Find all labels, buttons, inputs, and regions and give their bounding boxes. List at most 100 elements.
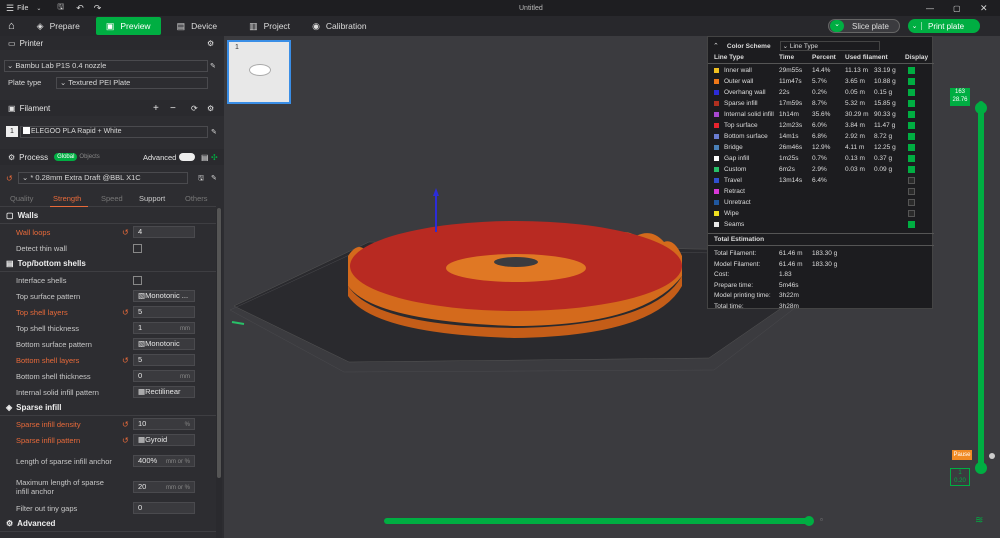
slice-dropdown-icon[interactable]: ⌄ [830, 20, 844, 32]
display-checkbox[interactable] [908, 100, 915, 107]
layer-slider-track[interactable] [978, 101, 984, 469]
top-shell-thickness-input[interactable]: 1 mm [133, 322, 195, 334]
move-slider-icon[interactable]: ▫ [820, 515, 823, 524]
display-checkbox[interactable] [908, 133, 915, 140]
pause-button[interactable]: Pause [952, 450, 972, 460]
tune-icon[interactable]: ✣ [211, 153, 218, 162]
sparse-density-input[interactable]: 10% [133, 418, 195, 430]
save-icon[interactable]: 🖫 [198, 174, 204, 185]
display-checkbox[interactable] [908, 122, 915, 129]
display-checkbox[interactable] [908, 67, 915, 74]
tab-device[interactable]: ▤ Device [169, 17, 226, 35]
edit-icon[interactable]: ✎ [211, 128, 217, 136]
move-slider-track[interactable] [384, 518, 812, 524]
display-checkbox[interactable] [908, 177, 915, 184]
plate-number: 1 [235, 44, 239, 51]
layers-icon[interactable]: ≋ [975, 515, 983, 526]
legend-row: Seams [708, 219, 934, 230]
reset-icon[interactable]: ↺ [122, 308, 129, 317]
display-checkbox[interactable] [908, 155, 915, 162]
remove-icon[interactable]: − [170, 103, 176, 114]
display-checkbox[interactable] [908, 188, 915, 195]
bottom-shell-layers-input[interactable]: 5 [133, 354, 195, 366]
tab-calibration[interactable]: ◉ Calibration [304, 17, 375, 35]
global-toggle[interactable]: Global [54, 153, 78, 161]
tab-prepare[interactable]: ◈ Prepare [29, 17, 88, 35]
edit-icon[interactable]: ✎ [211, 174, 217, 182]
line-type-length: 3.65 m [845, 78, 865, 85]
maximize-icon[interactable]: ▢ [953, 4, 961, 13]
wall-loops-input[interactable]: 4 [133, 226, 195, 238]
file-menu[interactable]: File [17, 5, 28, 12]
process-profile-select[interactable]: ⌄ * 0.28mm Extra Draft @BBL X1C [18, 172, 188, 184]
infill-icon: ◈ [6, 403, 13, 412]
anchor-length-input[interactable]: 400% mm or % [133, 455, 195, 467]
scheme-select[interactable]: ⌄ Line Type [779, 41, 880, 51]
reset-icon[interactable]: ↺ [122, 420, 129, 429]
internal-solid-pattern-select[interactable]: ▦Rectilinear [133, 386, 195, 398]
reset-icon[interactable]: ↺ [122, 356, 129, 365]
total-value-b: 183.30 g [812, 250, 838, 257]
reset-icon[interactable]: ↺ [122, 228, 129, 237]
display-checkbox[interactable] [908, 89, 915, 96]
plate-thumbnail[interactable]: 1 [227, 40, 291, 104]
tab-preview[interactable]: ▣ Preview [95, 17, 161, 35]
settings-icon[interactable]: ⚙ [207, 104, 214, 113]
redo-icon[interactable]: ↷ [94, 3, 102, 14]
settings-list[interactable]: ▢ Walls Wall loops ↺ 4 Detect thin wall ▤ To… [0, 208, 216, 538]
tab-others[interactable]: Others [185, 194, 208, 203]
edit-icon[interactable]: ✎ [210, 62, 216, 70]
display-checkbox[interactable] [908, 166, 915, 173]
layer-cog-icon[interactable] [989, 453, 995, 459]
top-surface-pattern-select[interactable]: ▧Monotonic ... [133, 290, 195, 302]
layer-slider-top-handle[interactable] [975, 102, 987, 114]
tab-speed[interactable]: Speed [101, 194, 123, 203]
chevron-down-icon[interactable]: ⌄ [36, 5, 41, 12]
advanced-switch[interactable] [179, 153, 195, 161]
display-checkbox[interactable] [908, 199, 915, 206]
home-icon[interactable]: ⌂ [8, 20, 15, 32]
print-dropdown-icon[interactable]: ⌄ [908, 22, 922, 30]
layer-slider-bottom-handle[interactable] [975, 462, 987, 474]
plate-type-select[interactable]: ⌄ Textured PEI Plate [56, 77, 208, 89]
printer-select[interactable]: ⌄ Bambu Lab P1S 0.4 nozzle [4, 60, 208, 72]
display-checkbox[interactable] [908, 111, 915, 118]
minimize-icon[interactable]: — [926, 4, 934, 13]
filament-select[interactable]: ELEGOO PLA Rapid + White [20, 126, 208, 138]
display-checkbox[interactable] [908, 210, 915, 217]
tab-strength[interactable]: Strength [53, 194, 81, 203]
display-checkbox[interactable] [908, 78, 915, 85]
filter-gaps-input[interactable]: 0 [133, 502, 195, 514]
collapse-icon[interactable]: ⌃ [713, 42, 719, 50]
add-icon[interactable]: + [153, 103, 159, 114]
sparse-pattern-select[interactable]: ▦Gyroid [133, 434, 195, 446]
save-icon[interactable]: 🖫 [57, 1, 64, 15]
reset-icon[interactable]: ↺ [6, 174, 13, 183]
gear-icon[interactable]: ⚙ [207, 39, 214, 48]
scrollbar-thumb[interactable] [217, 208, 221, 478]
slice-plate-button[interactable]: ⌄ Slice plate [828, 19, 900, 33]
line-type-swatch [714, 68, 719, 73]
sync-icon[interactable]: ⟳ [191, 104, 198, 113]
display-checkbox[interactable] [908, 144, 915, 151]
objects-toggle[interactable]: Objects [79, 154, 99, 160]
top-shell-layers-input[interactable]: 5 [133, 306, 195, 318]
interface-shells-checkbox[interactable] [133, 275, 142, 285]
filament-slot[interactable]: 1 [6, 126, 18, 137]
hamburger-icon[interactable]: ☰ [6, 3, 14, 14]
display-checkbox[interactable] [908, 221, 915, 228]
print-plate-button[interactable]: ⌄ Print plate [908, 19, 980, 33]
tab-project[interactable]: ▥ Project [241, 17, 298, 35]
settings-scrollbar[interactable] [216, 208, 222, 538]
detect-thin-wall-checkbox[interactable] [133, 243, 142, 253]
tab-quality[interactable]: Quality [10, 194, 33, 203]
compare-icon[interactable]: ▤ [201, 153, 209, 162]
bottom-shell-thickness-input[interactable]: 0 mm [133, 370, 195, 382]
max-anchor-input[interactable]: 20 mm or % [133, 481, 195, 493]
bottom-surface-pattern-select[interactable]: ▧Monotonic [133, 338, 195, 350]
reset-icon[interactable]: ↺ [122, 436, 129, 445]
close-icon[interactable]: ✕ [980, 3, 988, 14]
move-slider-handle[interactable] [804, 516, 814, 526]
undo-icon[interactable]: ↶ [76, 3, 84, 14]
tab-support[interactable]: Support [139, 194, 165, 203]
